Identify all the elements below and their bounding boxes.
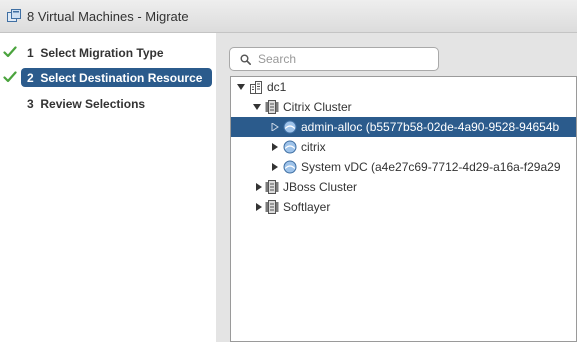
checkmark-icon	[3, 71, 17, 83]
tree-node-label: Citrix Cluster	[283, 100, 352, 114]
cluster-icon	[265, 100, 279, 114]
tree-node-label: dc1	[267, 80, 287, 94]
tree-node-citrix-cluster[interactable]: Citrix Cluster	[231, 97, 576, 117]
step-label: 2 Select Destination Resource	[27, 71, 203, 85]
tree-node-citrix[interactable]: citrix	[231, 137, 576, 157]
step-select-destination-resource[interactable]: 2 Select Destination Resource	[0, 68, 216, 88]
tree-node-label: admin-alloc (b5577b58-02de-4a90-9528-946…	[301, 120, 560, 134]
destination-resource-pane: dc1 Citrix Cluster	[216, 33, 577, 342]
tree-node-dc1[interactable]: dc1	[231, 77, 576, 97]
step-label: 3 Review Selections	[27, 97, 146, 111]
dialog-titlebar: 8 Virtual Machines - Migrate	[0, 0, 577, 33]
expand-arrow-down-icon[interactable]	[237, 83, 245, 91]
step-select-migration-type[interactable]: 1 Select Migration Type	[0, 43, 216, 63]
expand-arrow-right-icon[interactable]	[271, 163, 279, 171]
search-input[interactable]	[258, 51, 428, 67]
expand-arrow-right-icon[interactable]	[271, 143, 279, 151]
dialog-title: 8 Virtual Machines - Migrate	[27, 9, 189, 24]
search-box[interactable]	[229, 47, 439, 71]
resource-tree[interactable]: dc1 Citrix Cluster admin-alloc (b5577b58…	[230, 76, 577, 342]
expand-arrow-down-icon[interactable]	[253, 103, 261, 111]
tree-node-softlayer[interactable]: Softlayer	[231, 197, 576, 217]
tree-node-label: citrix	[301, 140, 326, 154]
wizard-steps: 1 Select Migration Type 2 Select Destina…	[0, 33, 216, 342]
datacenter-icon	[250, 81, 262, 94]
cluster-icon	[265, 180, 279, 194]
search-icon	[240, 54, 251, 65]
checkmark-icon	[3, 46, 17, 58]
resource-pool-icon	[283, 140, 297, 154]
step-label: 1 Select Migration Type	[27, 46, 164, 60]
tree-node-label: JBoss Cluster	[283, 180, 358, 194]
tree-node-system-vdc[interactable]: System vDC (a4e27c69-7712-4d29-a16a-f29a…	[231, 157, 576, 177]
expand-arrow-right-icon[interactable]	[271, 123, 279, 131]
vm-migrate-icon	[7, 9, 21, 22]
tree-node-label: Softlayer	[283, 200, 331, 214]
expand-arrow-right-icon[interactable]	[255, 183, 263, 191]
tree-node-jboss-cluster[interactable]: JBoss Cluster	[231, 177, 576, 197]
step-review-selections[interactable]: 3 Review Selections	[0, 94, 216, 114]
resource-pool-icon	[283, 120, 297, 134]
expand-arrow-right-icon[interactable]	[255, 203, 263, 211]
resource-pool-icon	[283, 160, 297, 174]
cluster-icon	[265, 200, 279, 214]
tree-node-admin-alloc[interactable]: admin-alloc (b5577b58-02de-4a90-9528-946…	[231, 117, 576, 137]
tree-node-label: System vDC (a4e27c69-7712-4d29-a16a-f29a…	[301, 160, 561, 174]
